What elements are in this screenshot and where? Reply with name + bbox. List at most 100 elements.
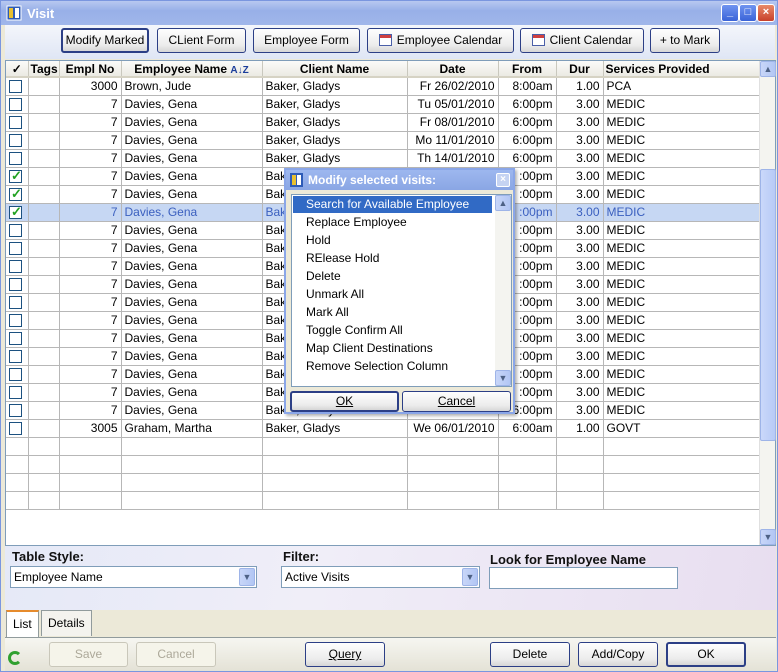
cell-empl-no[interactable]: 7 [59,131,122,150]
cell-tags[interactable] [28,257,60,276]
cell-service[interactable]: MEDIC [603,239,761,258]
empty-table-row[interactable] [6,491,761,510]
empty-cell[interactable] [603,491,761,510]
cell-employee[interactable]: Davies, Gena [121,311,263,330]
cell-from[interactable]: 6:00pm [498,149,557,168]
cell-employee[interactable]: Brown, Jude [121,77,263,96]
cell-dur[interactable]: 3.00 [556,221,604,240]
empty-cell[interactable] [262,473,408,492]
cell-tags[interactable] [28,347,60,366]
cell-empl-no[interactable]: 7 [59,95,122,114]
cell-employee[interactable]: Davies, Gena [121,293,263,312]
empty-cell[interactable] [556,455,604,474]
cell-service[interactable]: MEDIC [603,113,761,132]
empty-cell[interactable] [121,473,263,492]
cell-employee[interactable]: Davies, Gena [121,149,263,168]
add-to-mark-button[interactable]: + to Mark [650,28,720,53]
dialog-option-item[interactable]: Unmark All [293,286,492,303]
table-row[interactable]: 7 Davies, Gena Baker, Gladys Fr 08/01/2010 6… [6,113,761,132]
dialog-option-item[interactable]: RElease Hold [293,250,492,267]
cell-dur[interactable]: 3.00 [556,203,604,222]
cell-employee[interactable]: Davies, Gena [121,185,263,204]
cell-empl-no[interactable]: 7 [59,401,122,420]
cell-service[interactable]: MEDIC [603,95,761,114]
cell-tags[interactable] [28,329,60,348]
empty-table-row[interactable] [6,473,761,492]
empty-cell[interactable] [407,491,499,510]
empty-cell[interactable] [59,455,122,474]
cell-empl-no[interactable]: 7 [59,347,122,366]
row-checkbox-cell[interactable] [6,113,29,132]
client-form-button[interactable]: CLient Form [157,28,246,53]
cell-employee[interactable]: Davies, Gena [121,131,263,150]
client-calendar-button[interactable]: Client Calendar [520,28,644,53]
row-checkbox[interactable] [9,80,22,94]
empty-cell[interactable] [28,455,60,474]
row-checkbox-cell[interactable] [6,311,29,330]
chevron-down-icon[interactable]: ▼ [239,568,255,586]
cell-dur[interactable]: 3.00 [556,149,604,168]
col-header-from[interactable]: From [498,61,557,78]
empty-cell[interactable] [556,473,604,492]
cell-from[interactable]: 6:00pm [498,95,557,114]
empty-cell[interactable] [28,491,60,510]
cell-tags[interactable] [28,401,60,420]
cell-empl-no[interactable]: 3000 [59,77,122,96]
scroll-up-icon[interactable]: ▲ [495,195,511,211]
row-checkbox-cell[interactable] [6,185,29,204]
cell-client[interactable]: Baker, Gladys [262,149,408,168]
row-checkbox[interactable] [9,314,22,328]
row-checkbox-cell[interactable] [6,95,29,114]
cell-service[interactable]: MEDIC [603,275,761,294]
cell-empl-no[interactable]: 7 [59,221,122,240]
cell-empl-no[interactable]: 7 [59,239,122,258]
empty-cell[interactable] [262,455,408,474]
cell-employee[interactable]: Davies, Gena [121,95,263,114]
scroll-down-icon[interactable]: ▼ [495,370,511,386]
row-checkbox[interactable] [9,422,22,436]
cell-employee[interactable]: Graham, Martha [121,419,263,438]
cell-tags[interactable] [28,275,60,294]
cell-date[interactable]: Th 14/01/2010 [407,149,499,168]
cell-service[interactable]: GOVT [603,419,761,438]
cell-date[interactable]: Mo 11/01/2010 [407,131,499,150]
cell-tags[interactable] [28,365,60,384]
cell-empl-no[interactable]: 7 [59,329,122,348]
cell-employee[interactable]: Davies, Gena [121,365,263,384]
row-checkbox[interactable] [9,278,22,292]
cell-dur[interactable]: 3.00 [556,113,604,132]
col-header-dur[interactable]: Dur [556,61,604,78]
modify-marked-button[interactable]: Modify Marked [61,28,149,53]
scroll-thumb[interactable] [760,169,776,441]
cell-service[interactable]: MEDIC [603,311,761,330]
dialog-option-item[interactable]: Remove Selection Column [293,358,492,375]
cell-client[interactable]: Baker, Gladys [262,95,408,114]
cell-employee[interactable]: Davies, Gena [121,167,263,186]
cell-employee[interactable]: Davies, Gena [121,203,263,222]
dialog-option-item[interactable]: Mark All [293,304,492,321]
cell-employee[interactable]: Davies, Gena [121,347,263,366]
dialog-option-item[interactable]: Hold [293,232,492,249]
table-row[interactable]: 7 Davies, Gena Baker, Gladys Mo 11/01/2010 6… [6,131,761,150]
dialog-ok-button[interactable]: OK [290,391,399,412]
cell-dur[interactable]: 1.00 [556,419,604,438]
cell-from[interactable]: 6:00am [498,419,557,438]
cell-service[interactable]: MEDIC [603,167,761,186]
cell-empl-no[interactable]: 7 [59,275,122,294]
row-checkbox-cell[interactable] [6,257,29,276]
employee-form-button[interactable]: Employee Form [253,28,360,53]
row-checkbox[interactable] [9,152,22,166]
empty-cell[interactable] [6,491,29,510]
row-checkbox-cell[interactable] [6,419,29,438]
cell-empl-no[interactable]: 7 [59,383,122,402]
chevron-down-icon[interactable]: ▼ [462,568,478,586]
cell-from[interactable]: 6:00pm [498,131,557,150]
close-button[interactable]: × [757,4,775,22]
col-header-client-name[interactable]: Client Name [262,61,408,78]
row-checkbox[interactable] [9,98,22,112]
cell-empl-no[interactable]: 3005 [59,419,122,438]
cell-tags[interactable] [28,167,60,186]
dialog-option-item[interactable]: Replace Employee [293,214,492,231]
empty-cell[interactable] [498,455,557,474]
row-checkbox[interactable] [9,134,22,148]
